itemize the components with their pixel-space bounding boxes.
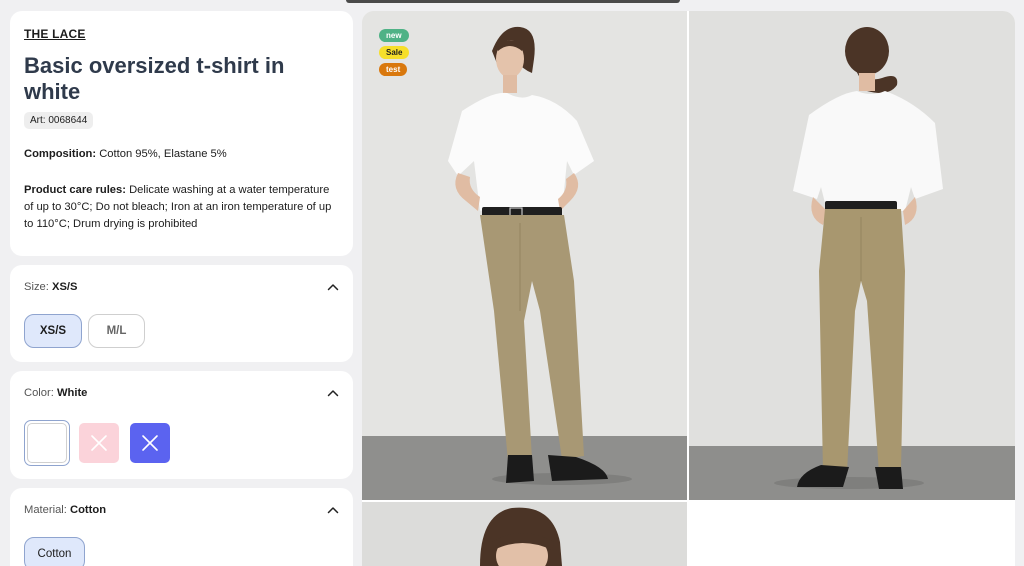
color-header[interactable]: Color: White (24, 387, 339, 401)
badge-sale: Sale (379, 46, 410, 59)
top-drag-bar (346, 0, 680, 3)
product-info-card: THE LACE Basic oversized t-shirt in whit… (10, 11, 353, 256)
badge-new: new (379, 29, 409, 42)
model-portrait-image (362, 502, 687, 566)
product-photo-back[interactable] (689, 11, 1015, 500)
model-front-image (362, 11, 687, 500)
size-label: Size: (24, 281, 49, 293)
unavailable-cross-icon (91, 435, 107, 451)
chevron-up-icon[interactable] (327, 505, 339, 515)
care-rules-label: Product care rules: (24, 184, 126, 196)
article-number-badge: Art: 0068644 (24, 112, 94, 129)
product-photo-front[interactable]: new Sale test (362, 11, 687, 500)
product-title: Basic oversized t-shirt in white (24, 53, 285, 104)
chevron-up-icon[interactable] (327, 388, 339, 398)
chevron-up-icon[interactable] (327, 282, 339, 292)
material-selected-value: Cotton (70, 504, 107, 516)
care-rules-text: Product care rules: Delicate washing at … (24, 182, 339, 233)
material-selector-card: Material: Cotton Cotton (10, 488, 353, 566)
size-option-xs-s[interactable]: XS/S (24, 314, 82, 348)
color-selected-value: White (56, 387, 88, 399)
material-option-cotton[interactable]: Cotton (24, 537, 85, 566)
product-gallery: new Sale test (362, 11, 1015, 566)
color-label: Color: (24, 387, 54, 399)
size-header[interactable]: Size: XS/S (24, 281, 339, 295)
material-header[interactable]: Material: Cotton (24, 504, 339, 518)
color-swatch-blue[interactable] (130, 423, 170, 463)
color-swatch-pink[interactable] (79, 423, 119, 463)
brand-link[interactable]: THE LACE (24, 27, 86, 41)
composition-text: Composition: Cotton 95%, Elastane 5% (24, 146, 339, 163)
composition-label: Composition: (24, 148, 97, 160)
product-badges: new Sale test (379, 29, 410, 76)
size-selector-card: Size: XS/S XS/S M/L (10, 265, 353, 362)
product-photo-portrait[interactable] (362, 502, 687, 566)
material-label: Material: (24, 504, 67, 516)
unavailable-cross-icon (142, 435, 158, 451)
size-selected-value: XS/S (51, 281, 78, 293)
composition-value: Cotton 95%, Elastane 5% (99, 148, 227, 160)
model-back-image (689, 11, 1015, 500)
white-swatch-fill (27, 423, 67, 463)
color-selector-card: Color: White (10, 371, 353, 479)
badge-test: test (379, 63, 408, 76)
size-option-m-l[interactable]: M/L (88, 314, 145, 348)
color-swatch-white[interactable] (24, 420, 70, 466)
